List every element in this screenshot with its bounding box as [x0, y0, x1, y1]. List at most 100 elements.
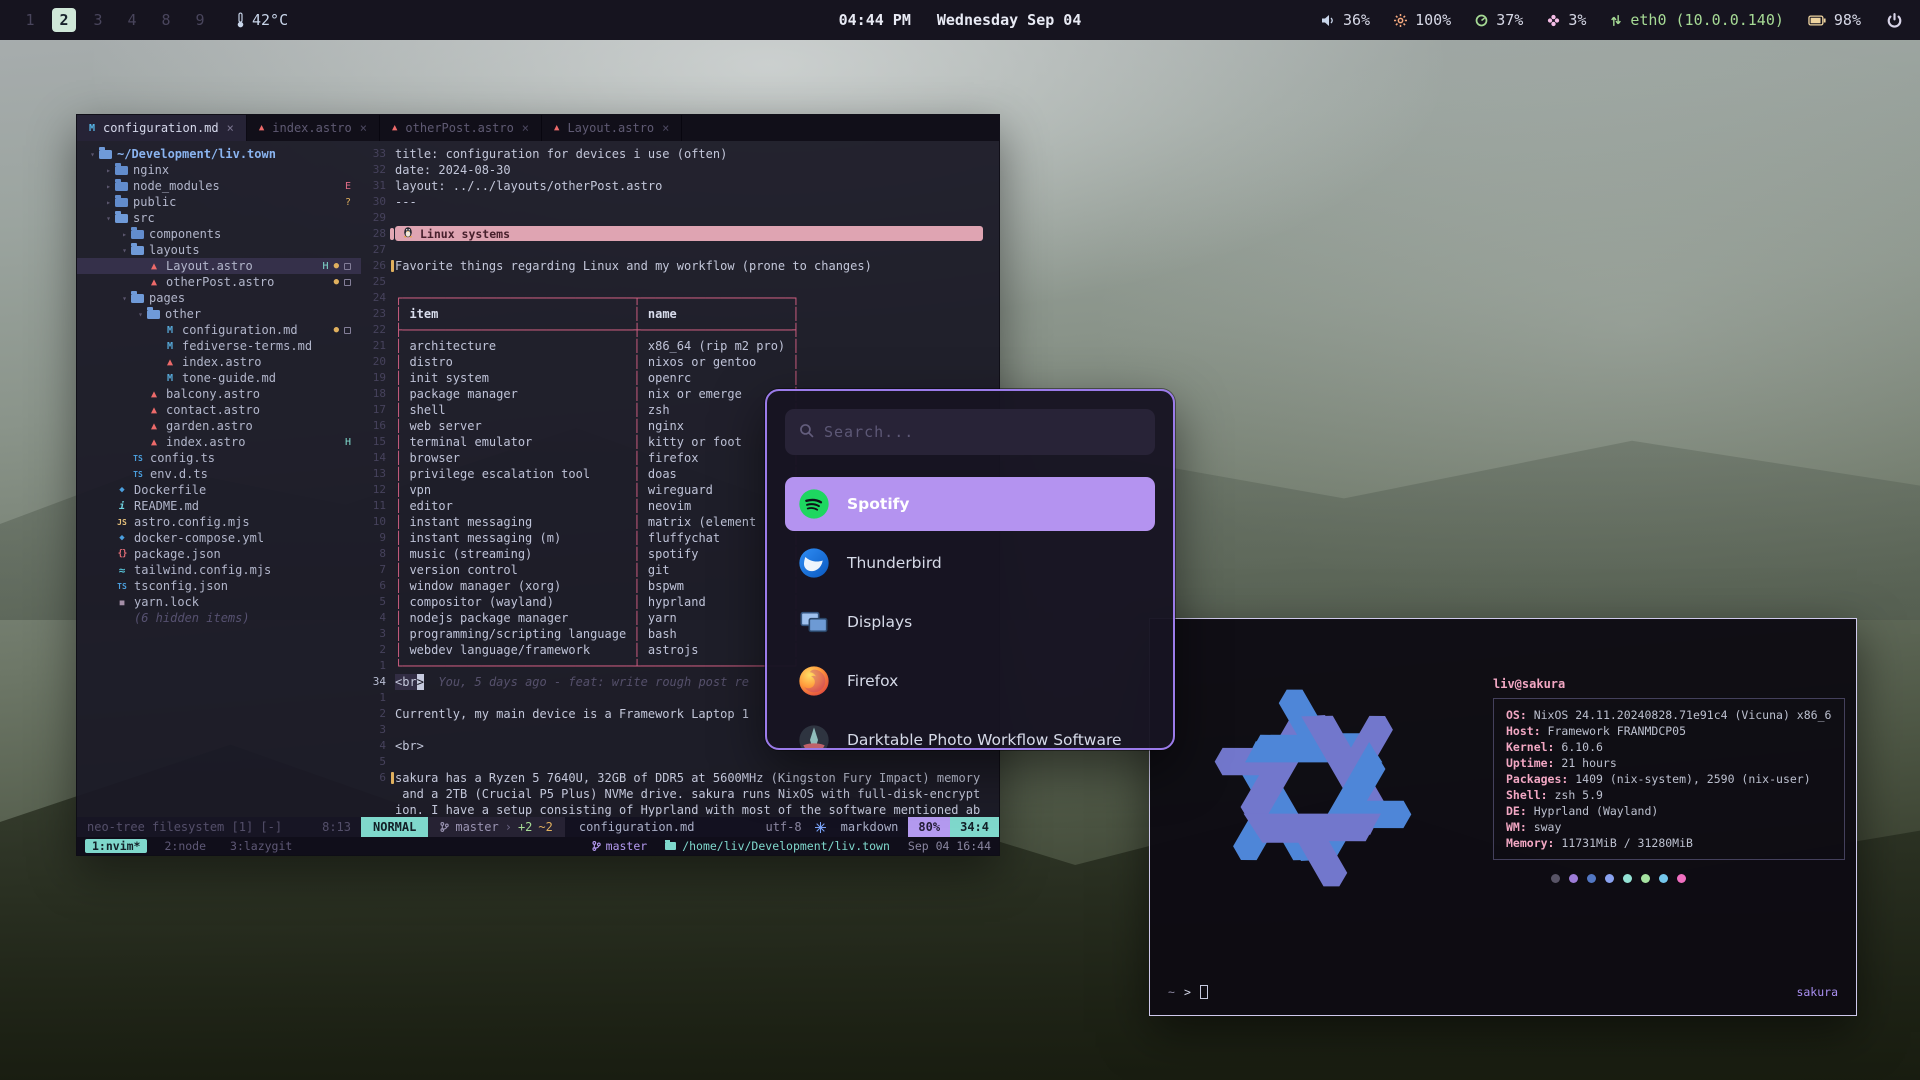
docker-icon: ◆: [114, 533, 130, 543]
editor-line: ion. I have a setup consisting of Hyprla…: [361, 802, 999, 817]
tree-item-public[interactable]: ▸public?: [77, 194, 361, 210]
encoding-label: utf-8: [757, 817, 809, 837]
tree-item-other[interactable]: ▾other: [77, 306, 361, 322]
tab-configuration.md[interactable]: Mconfiguration.md×: [77, 115, 247, 141]
tree-item-yarn.lock[interactable]: ■yarn.lock: [77, 594, 361, 610]
tree-item-(6 hidden items)[interactable]: (6 hidden items): [77, 610, 361, 626]
tab-Layout.astro[interactable]: ▲Layout.astro×: [542, 115, 682, 141]
file-label: (6 hidden items): [134, 611, 250, 625]
terminal-window[interactable]: liv@sakura OS: NixOS 24.11.20240828.71e9…: [1149, 618, 1857, 1016]
chevron-right-icon: ▸: [103, 198, 114, 207]
tree-item-fediverse-terms.md[interactable]: Mfediverse-terms.md: [77, 338, 361, 354]
launcher-item-Firefox[interactable]: Firefox: [785, 654, 1155, 708]
file-label: index.astro: [182, 355, 261, 369]
tab-otherPost.astro[interactable]: ▲otherPost.astro×: [380, 115, 542, 141]
tree-item-garden.astro[interactable]: ▲garden.astro: [77, 418, 361, 434]
usage-module[interactable]: 37%: [1475, 11, 1523, 29]
thunderbird-icon: [797, 546, 831, 580]
cpu-module[interactable]: 3%: [1547, 11, 1586, 29]
tree-item-tone-guide.md[interactable]: Mtone-guide.md: [77, 370, 361, 386]
fetch-shell: Shell: zsh 5.9: [1506, 787, 1832, 803]
tree-item-package.json[interactable]: {}package.json: [77, 546, 361, 562]
palette-dot: [1569, 874, 1578, 883]
app-label: Spotify: [847, 495, 909, 513]
prompt-path: ~: [1168, 985, 1175, 999]
line-number: 17: [361, 402, 395, 418]
tree-item-configuration.md[interactable]: Mconfiguration.md●: [77, 322, 361, 338]
tree-item-config.ts[interactable]: TSconfig.ts: [77, 450, 361, 466]
tree-item-README.md[interactable]: iREADME.md: [77, 498, 361, 514]
tree-item-pages[interactable]: ▾pages: [77, 290, 361, 306]
git-change-marker: [391, 772, 394, 784]
tmux-window-1:nvim*[interactable]: 1:nvim*: [85, 839, 147, 853]
workspace-3[interactable]: 3: [86, 8, 110, 32]
tree-item-index.astro[interactable]: ▲index.astroH: [77, 434, 361, 450]
workspace-8[interactable]: 8: [154, 8, 178, 32]
workspace-9[interactable]: 9: [188, 8, 212, 32]
editor-line: and a 2TB (Crucial P5 Plus) NVMe drive. …: [361, 786, 999, 802]
tree-item-index.astro[interactable]: ▲index.astro: [77, 354, 361, 370]
darktable-icon: [797, 723, 831, 750]
battery-module[interactable]: 98%: [1808, 11, 1861, 29]
tree-item-otherPost.astro[interactable]: ▲otherPost.astro●: [77, 274, 361, 290]
launcher-item-Thunderbird[interactable]: Thunderbird: [785, 536, 1155, 590]
tree-item-balcony.astro[interactable]: ▲balcony.astro: [77, 386, 361, 402]
line-number: 30: [361, 194, 395, 210]
launcher-item-Spotify[interactable]: Spotify: [785, 477, 1155, 531]
status-badge: H: [345, 437, 351, 448]
tree-item-layouts[interactable]: ▾layouts: [77, 242, 361, 258]
tree-item-nginx[interactable]: ▸nginx: [77, 162, 361, 178]
tree-item-tailwind.config.mjs[interactable]: ≈tailwind.config.mjs: [77, 562, 361, 578]
tree-item-contact.astro[interactable]: ▲contact.astro: [77, 402, 361, 418]
workspace-2[interactable]: 2: [52, 8, 76, 32]
editor-line: 21│ architecture │ x86_64 (rip m2 pro) │: [361, 338, 999, 354]
network-module[interactable]: eth0 (10.0.0.140): [1610, 11, 1784, 29]
search-box[interactable]: [785, 409, 1155, 455]
module-value: 3%: [1568, 11, 1586, 29]
chevron-right-icon: ▸: [103, 166, 114, 175]
tree-item-docker-compose.yml[interactable]: ◆docker-compose.yml: [77, 530, 361, 546]
power-button[interactable]: [1887, 13, 1902, 28]
brightness-module[interactable]: 100%: [1394, 11, 1451, 29]
file-label: fediverse-terms.md: [182, 339, 312, 353]
launcher-item-Darktable Photo Workflow Software[interactable]: Darktable Photo Workflow Software: [785, 713, 1155, 750]
file-label: balcony.astro: [166, 387, 260, 401]
tabline: Mconfiguration.md×▲index.astro×▲otherPos…: [77, 115, 999, 141]
module-value: 37%: [1496, 11, 1523, 29]
close-icon[interactable]: ×: [227, 121, 234, 135]
flower-icon: [1547, 14, 1560, 27]
volume-module[interactable]: 36%: [1321, 11, 1370, 29]
search-input[interactable]: [824, 423, 1141, 441]
tree-item-src[interactable]: ▾src: [77, 210, 361, 226]
editor-line: 6sakura has a Ryzen 5 7640U, 32GB of DDR…: [361, 770, 999, 786]
tmux-windows: 1:nvim* 2:node 3:lazygit: [85, 839, 299, 853]
launcher-item-Displays[interactable]: Displays: [785, 595, 1155, 649]
tmux-window-3:lazygit[interactable]: 3:lazygit: [223, 839, 299, 853]
line-number: 21: [361, 338, 395, 354]
astro-icon: ▲: [554, 123, 559, 133]
close-icon[interactable]: ×: [522, 121, 529, 135]
tree-item-Layout.astro[interactable]: ▲Layout.astroH●: [77, 258, 361, 274]
workspace-1[interactable]: 1: [18, 8, 42, 32]
tab-index.astro[interactable]: ▲index.astro×: [247, 115, 380, 141]
tree-item-astro.config.mjs[interactable]: JSastro.config.mjs: [77, 514, 361, 530]
chevron-right-icon: ▸: [103, 182, 114, 191]
close-icon[interactable]: ×: [662, 121, 669, 135]
tmux-git-branch: master: [592, 839, 648, 853]
workspace-4[interactable]: 4: [120, 8, 144, 32]
editor-line: 32date: 2024-08-30: [361, 162, 999, 178]
tree-item-node_modules[interactable]: ▸node_modulesE: [77, 178, 361, 194]
tree-item-Dockerfile[interactable]: ◆Dockerfile: [77, 482, 361, 498]
tree-item-components[interactable]: ▸components: [77, 226, 361, 242]
fetch-os: OS: NixOS 24.11.20240828.71e91c4 (Vicuna…: [1506, 707, 1832, 723]
tree-item-tsconfig.json[interactable]: TStsconfig.json: [77, 578, 361, 594]
close-icon[interactable]: ×: [360, 121, 367, 135]
tree-item-~/Development/liv.town[interactable]: ▾~/Development/liv.town: [77, 146, 361, 162]
tree-item-env.d.ts[interactable]: TSenv.d.ts: [77, 466, 361, 482]
file-label: package.json: [134, 547, 221, 561]
line-number: 26: [361, 258, 395, 274]
file-label: index.astro: [166, 435, 245, 449]
file-tree[interactable]: ▾~/Development/liv.town▸nginx▸node_modul…: [77, 141, 361, 817]
tmux-window-2:node[interactable]: 2:node: [157, 839, 213, 853]
chevron-down-icon: ▾: [87, 150, 98, 159]
